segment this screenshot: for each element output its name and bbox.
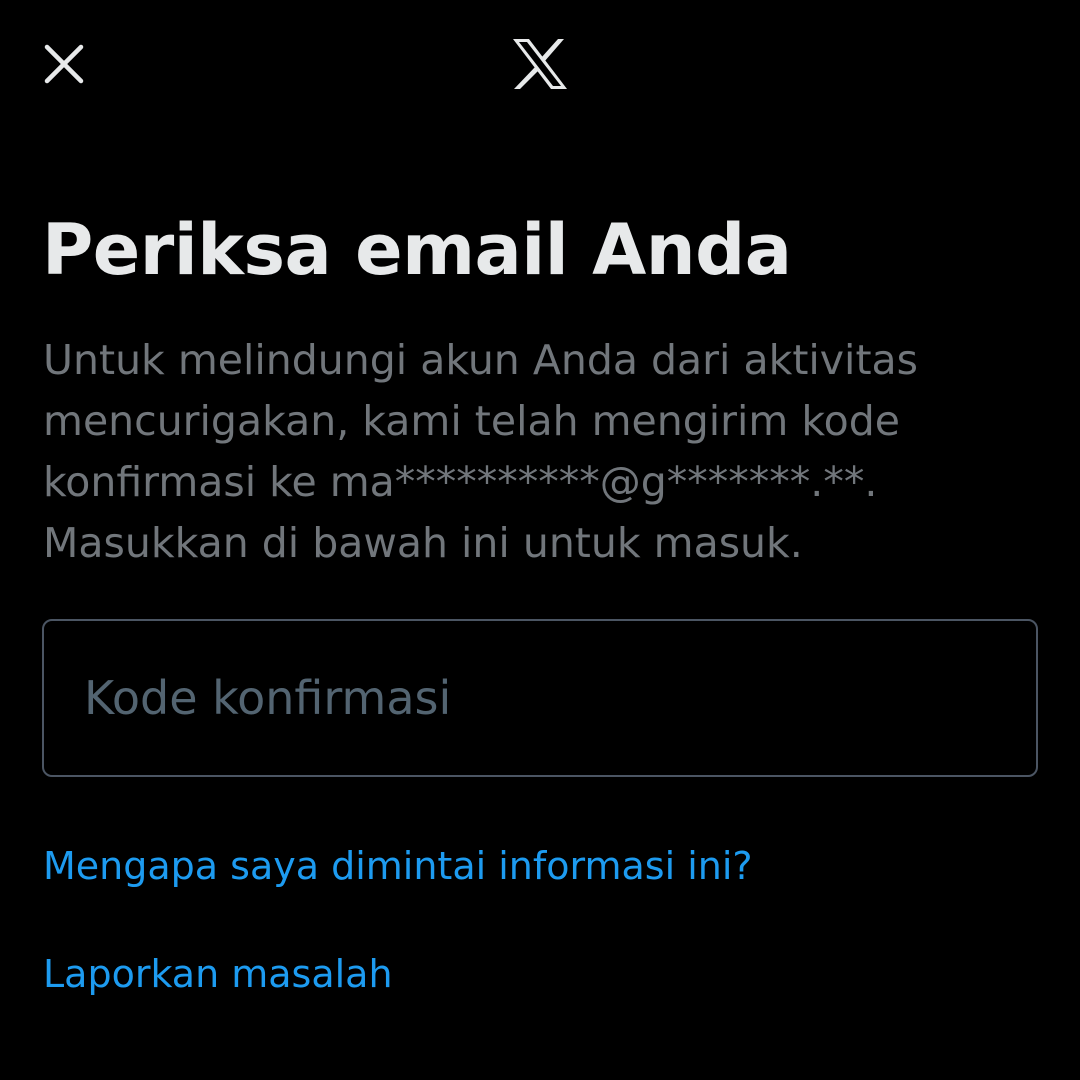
top-bar — [0, 0, 1080, 130]
why-asked-link[interactable]: Mengapa saya dimintai informasi ini? — [43, 841, 753, 891]
confirmation-code-input[interactable] — [44, 621, 1036, 775]
report-problem-link[interactable]: Laporkan masalah — [43, 949, 393, 999]
page-title: Periksa email Anda — [42, 209, 792, 291]
x-logo — [510, 36, 570, 92]
page-description: Untuk melindungi akun Anda dari aktivita… — [43, 336, 919, 567]
close-button[interactable] — [36, 36, 92, 92]
x-logo-icon — [513, 39, 567, 89]
confirmation-code-field[interactable] — [42, 619, 1038, 777]
close-icon — [44, 44, 84, 84]
